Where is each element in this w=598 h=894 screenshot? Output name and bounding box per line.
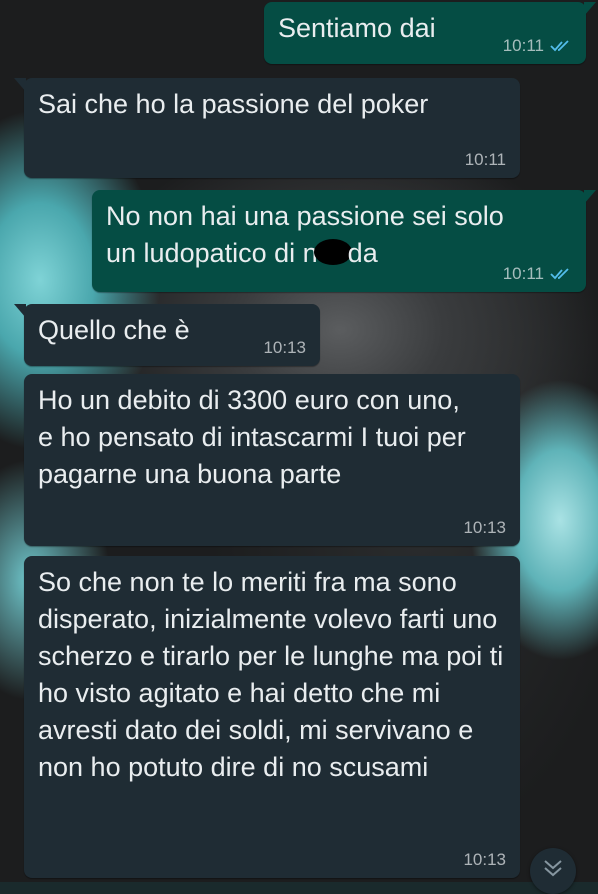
bubble-tail bbox=[14, 78, 26, 92]
double-check-icon bbox=[550, 268, 569, 280]
message-time: 10:11 bbox=[502, 36, 544, 55]
message-text-line-1: No non hai una passione sei solo bbox=[106, 201, 504, 231]
message-text: Ho un debito di 3300 euro con uno, e ho … bbox=[38, 385, 466, 489]
message-time: 10:13 bbox=[463, 850, 506, 869]
scroll-to-bottom-button[interactable] bbox=[530, 848, 576, 894]
message-text-part: un ludopatico di n bbox=[106, 238, 318, 268]
message-bubble-outgoing[interactable]: Sentiamo dai 10:11 bbox=[264, 2, 596, 64]
message-meta: 10:11 bbox=[503, 36, 572, 56]
message-meta: 10:13 bbox=[463, 518, 506, 538]
bubble-tail bbox=[584, 190, 596, 204]
message-time: 10:11 bbox=[464, 150, 506, 169]
message-bubble-incoming[interactable]: So che non te lo meriti fra ma sono disp… bbox=[24, 556, 520, 878]
message-bubble-incoming[interactable]: Ho un debito di 3300 euro con uno, e ho … bbox=[24, 374, 520, 546]
bubble-tail bbox=[14, 304, 26, 318]
double-chevron-down-icon bbox=[544, 860, 562, 877]
message-time: 10:11 bbox=[502, 264, 544, 283]
message-meta: 10:13 bbox=[263, 338, 306, 358]
message-bubble-incoming[interactable]: Quello che è 10:13 bbox=[14, 304, 320, 366]
message-time: 10:13 bbox=[263, 338, 306, 357]
message-text: So che non te lo meriti fra ma sono disp… bbox=[38, 567, 504, 782]
message-meta: 10:11 bbox=[503, 264, 572, 284]
message-text: Sai che ho la passione del poker bbox=[38, 89, 429, 119]
censor-blot bbox=[313, 239, 352, 265]
message-meta: 10:13 bbox=[463, 850, 506, 870]
message-meta: 10:11 bbox=[465, 150, 506, 170]
message-bubble-incoming[interactable]: Sai che ho la passione del poker 10:11 bbox=[14, 78, 520, 178]
message-bubble-outgoing[interactable]: No non hai una passione sei solo un ludo… bbox=[92, 190, 596, 292]
message-time: 10:13 bbox=[463, 518, 506, 537]
double-check-icon bbox=[550, 40, 569, 52]
bubble-tail bbox=[584, 2, 596, 16]
message-text-part: da bbox=[347, 238, 378, 268]
